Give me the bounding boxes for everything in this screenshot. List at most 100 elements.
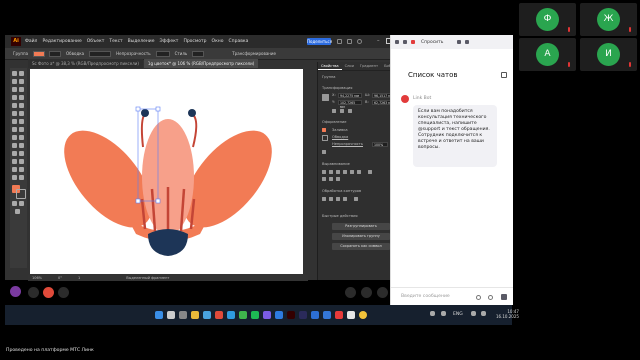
gradient-tool-icon[interactable] bbox=[19, 143, 24, 148]
control-transform-label[interactable]: Трансформирование bbox=[232, 51, 276, 56]
wifi-icon[interactable] bbox=[471, 311, 476, 316]
type-tool-icon[interactable] bbox=[12, 95, 17, 100]
search-icon[interactable] bbox=[167, 311, 175, 319]
ask-button[interactable]: Спросить bbox=[421, 40, 443, 45]
edit-toolbar-icon[interactable] bbox=[15, 209, 20, 214]
selection-handle[interactable] bbox=[135, 198, 141, 204]
yandex-icon[interactable] bbox=[359, 311, 367, 319]
spotify-icon[interactable] bbox=[251, 311, 259, 319]
flower-base[interactable] bbox=[148, 229, 188, 256]
arrange-icon[interactable] bbox=[337, 39, 342, 44]
minimize-icon[interactable]: – bbox=[377, 38, 380, 44]
more-icon[interactable] bbox=[465, 40, 470, 44]
tab-photo[interactable]: Sc Фото a* @ 38,3 % (RGB/Предпросмотр пи… bbox=[28, 59, 143, 68]
explorer-icon[interactable] bbox=[191, 311, 199, 319]
stroke-swatch[interactable] bbox=[49, 50, 62, 57]
opacity-field[interactable]: 100% bbox=[372, 142, 388, 147]
notes-icon[interactable] bbox=[347, 311, 355, 319]
screen-mode-icon[interactable] bbox=[19, 201, 24, 206]
clock[interactable]: 10:47 16.10.2025 bbox=[496, 309, 519, 319]
pen-tool-icon[interactable] bbox=[12, 87, 17, 92]
magic-wand-tool-icon[interactable] bbox=[12, 79, 17, 84]
illustrator-taskbar-icon[interactable] bbox=[287, 311, 295, 319]
left-anther[interactable] bbox=[141, 109, 149, 117]
intersect-icon[interactable] bbox=[336, 197, 340, 201]
save-as-symbol-button[interactable]: Сохранить как символ bbox=[332, 243, 390, 250]
menu-select[interactable]: Выделение bbox=[128, 39, 155, 44]
tab-properties[interactable]: Свойства bbox=[318, 62, 342, 70]
line-tool-icon[interactable] bbox=[19, 95, 24, 100]
graph-tool-icon[interactable] bbox=[19, 159, 24, 164]
search-icon[interactable] bbox=[347, 39, 352, 44]
eyedropper-tool-icon[interactable] bbox=[12, 151, 17, 156]
unite-icon[interactable] bbox=[322, 197, 326, 201]
microphone-button[interactable] bbox=[28, 287, 39, 298]
tab-gradient[interactable]: Градиент bbox=[357, 62, 381, 70]
distribute-right-icon[interactable] bbox=[336, 177, 340, 181]
mesh-tool-icon[interactable] bbox=[12, 143, 17, 148]
people-icon[interactable] bbox=[457, 40, 462, 44]
tab-layers[interactable]: Слои bbox=[342, 62, 357, 70]
stroke-color-icon[interactable] bbox=[16, 189, 26, 199]
attach-icon[interactable] bbox=[476, 295, 481, 300]
stroke-label[interactable]: Обводка bbox=[332, 135, 348, 139]
mail-icon[interactable] bbox=[215, 311, 223, 319]
menu-effect[interactable]: Эффект bbox=[159, 39, 178, 44]
flower-artwork[interactable] bbox=[30, 69, 303, 274]
task-view-icon[interactable] bbox=[179, 311, 187, 319]
pdf-icon[interactable] bbox=[335, 311, 343, 319]
direct-selection-tool-icon[interactable] bbox=[19, 71, 24, 76]
stroke-swatch-icon[interactable] bbox=[322, 135, 328, 141]
align-top-icon[interactable] bbox=[343, 170, 347, 174]
tab-flower[interactable]: 1g цветок* @ 106 % (RGB/Предпросмотр пик… bbox=[143, 59, 259, 68]
hand-tool-icon[interactable] bbox=[12, 175, 17, 180]
draw-mode-icon[interactable] bbox=[12, 201, 17, 206]
chrome-icon[interactable] bbox=[239, 311, 247, 319]
menu-help[interactable]: Справка bbox=[229, 39, 249, 44]
opacity-field[interactable] bbox=[155, 50, 170, 57]
emoji-picker-icon[interactable] bbox=[488, 295, 493, 300]
menu-type[interactable]: Текст bbox=[109, 39, 122, 44]
curvature-tool-icon[interactable] bbox=[19, 87, 24, 92]
share-button[interactable]: Поделиться bbox=[307, 38, 332, 45]
volume-icon[interactable] bbox=[481, 311, 486, 316]
record-button[interactable] bbox=[345, 287, 356, 298]
fill-label[interactable]: Заливка bbox=[332, 128, 348, 132]
perspective-tool-icon[interactable] bbox=[19, 135, 24, 140]
artboard-tool-icon[interactable] bbox=[12, 167, 17, 172]
free-transform-tool-icon[interactable] bbox=[19, 127, 24, 132]
fx-icon[interactable] bbox=[322, 150, 326, 154]
right-anther[interactable] bbox=[188, 109, 196, 117]
zoom-tool-icon[interactable] bbox=[19, 175, 24, 180]
cloud-icon[interactable] bbox=[357, 39, 362, 44]
menu-object[interactable]: Объект bbox=[87, 39, 105, 44]
minus-front-icon[interactable] bbox=[329, 197, 333, 201]
lasso-tool-icon[interactable] bbox=[19, 79, 24, 84]
stroke-weight-field[interactable] bbox=[89, 50, 112, 57]
eraser-tool-icon[interactable] bbox=[19, 111, 24, 116]
raise-hand-button[interactable] bbox=[361, 287, 372, 298]
slice-tool-icon[interactable] bbox=[19, 167, 24, 172]
artboard[interactable] bbox=[30, 69, 303, 274]
reference-point-icon[interactable] bbox=[322, 94, 329, 101]
y-field[interactable]: 102,7265 мм bbox=[338, 100, 362, 109]
rotate-tool-icon[interactable] bbox=[12, 119, 17, 124]
menu-edit[interactable]: Редактирование bbox=[42, 39, 81, 44]
emoji-icon[interactable] bbox=[403, 40, 407, 44]
scale-tool-icon[interactable] bbox=[19, 119, 24, 124]
participant-tile[interactable]: Ж bbox=[580, 3, 637, 36]
menu-window[interactable]: Окно bbox=[212, 39, 224, 44]
paintbrush-tool-icon[interactable] bbox=[19, 103, 24, 108]
chat-icon[interactable] bbox=[411, 40, 415, 44]
new-chat-icon[interactable] bbox=[501, 72, 507, 78]
x-field[interactable]: 94,2275 мм bbox=[338, 93, 362, 98]
rotate-icon[interactable] bbox=[332, 109, 336, 113]
message-input[interactable]: Введите сообщение bbox=[401, 294, 450, 299]
participant-tile[interactable]: И bbox=[580, 38, 637, 71]
align-to-icon[interactable] bbox=[368, 170, 372, 174]
teams-icon[interactable] bbox=[263, 311, 271, 319]
symbol-sprayer-tool-icon[interactable] bbox=[12, 159, 17, 164]
shape-builder-tool-icon[interactable] bbox=[12, 135, 17, 140]
align-right-icon[interactable] bbox=[336, 170, 340, 174]
distribute-left-icon[interactable] bbox=[322, 177, 326, 181]
